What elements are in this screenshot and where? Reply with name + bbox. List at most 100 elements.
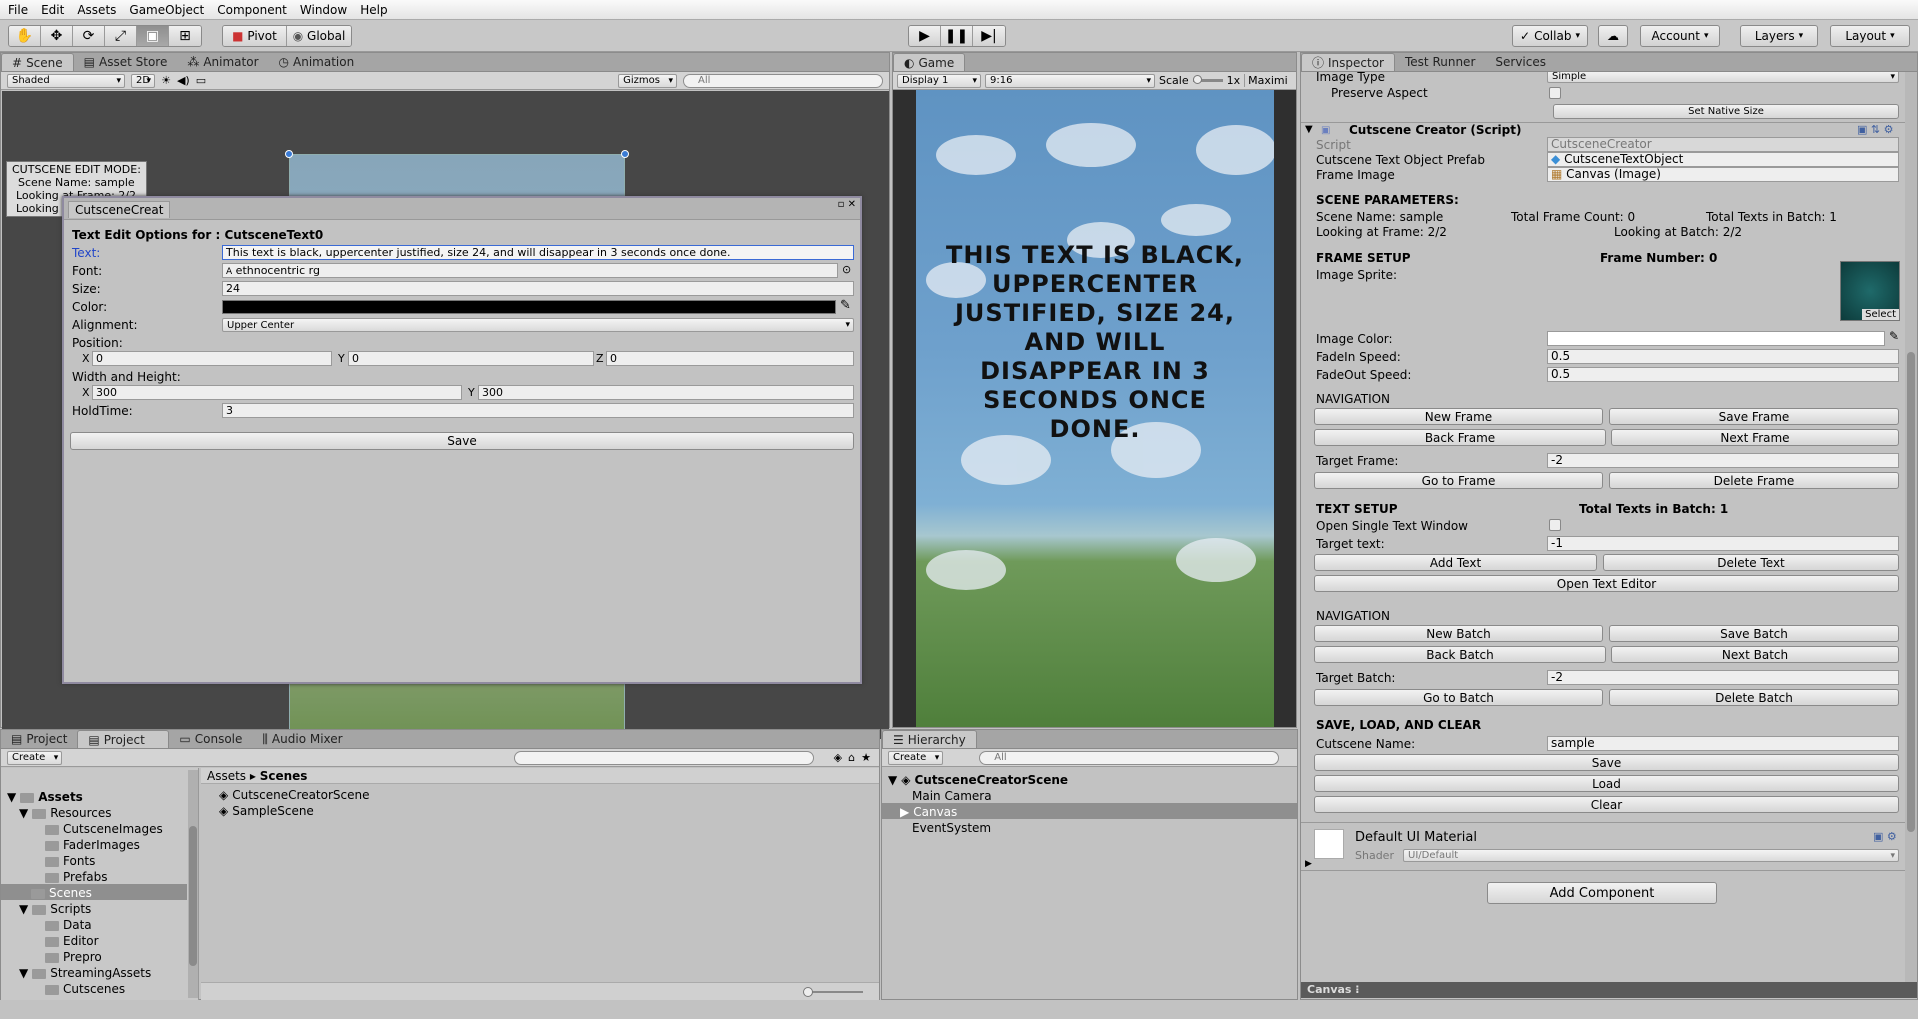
height-input[interactable]: 300 (478, 385, 854, 400)
tab-test-runner[interactable]: Test Runner (1395, 53, 1485, 71)
favorite-icon[interactable]: ★ (861, 751, 871, 764)
preserve-aspect-checkbox[interactable] (1549, 87, 1561, 99)
filter-label-icon[interactable]: ⌂ (848, 751, 855, 764)
target-batch-input[interactable]: -2 (1547, 670, 1899, 685)
tab-asset-store[interactable]: ▤ Asset Store (74, 53, 178, 71)
tree-faderimages[interactable]: FaderImages (45, 838, 140, 852)
font-field[interactable]: A ethnocentric rg (222, 263, 838, 278)
frame-image-field[interactable]: ▦ Canvas (Image) (1547, 167, 1899, 182)
cutscene-name-input[interactable]: sample (1547, 736, 1899, 751)
layers-button[interactable]: Layers ▾ (1740, 25, 1818, 47)
next-frame-button[interactable]: Next Frame (1611, 429, 1899, 446)
menu-component[interactable]: Component (217, 3, 287, 17)
new-frame-button[interactable]: New Frame (1314, 408, 1603, 425)
image-sprite-thumbnail[interactable]: Select (1840, 261, 1900, 321)
filter-type-icon[interactable]: ◈ (834, 751, 842, 764)
next-batch-button[interactable]: Next Batch (1611, 646, 1899, 663)
image-effects-icon[interactable]: ▭ (196, 74, 206, 87)
save-text-button[interactable]: Save (70, 432, 854, 450)
window-close-icon[interactable]: ▫ ✕ (838, 199, 856, 210)
game-viewport[interactable]: THIS TEXT IS BLACK, UPPERCENTER JUSTIFIE… (893, 90, 1296, 727)
hierarchy-item-canvas[interactable]: ▶ Canvas (900, 805, 957, 819)
holdtime-input[interactable]: 3 (222, 403, 854, 418)
hierarchy-item-main-camera[interactable]: Main Camera (912, 789, 992, 803)
alignment-dropdown[interactable]: Upper Center (222, 318, 854, 332)
tab-scene[interactable]: # Scene (1, 53, 74, 71)
save-cutscene-button[interactable]: Save (1314, 754, 1899, 771)
icon-size-slider-thumb[interactable] (803, 987, 813, 997)
shader-dropdown[interactable]: UI/Default (1403, 849, 1899, 862)
play-button-icon[interactable]: ▶ (909, 26, 941, 46)
pos-z-input[interactable]: 0 (606, 351, 854, 366)
menu-help[interactable]: Help (360, 3, 387, 17)
global-button[interactable]: ◉ Global (287, 26, 351, 46)
target-frame-input[interactable]: -2 (1547, 453, 1899, 468)
hierarchy-scene-root[interactable]: ▼ ◈ CutsceneCreatorScene (888, 773, 1068, 787)
fadein-input[interactable]: 0.5 (1547, 349, 1899, 364)
window-tab[interactable]: CutsceneCreat (68, 201, 171, 218)
foldout-arrow-icon[interactable]: ▼ (1305, 124, 1313, 135)
tree-cutscenes[interactable]: Cutscenes (45, 982, 125, 996)
tree-resources[interactable]: ▼ Resources (19, 806, 112, 820)
pos-x-input[interactable]: 0 (92, 351, 332, 366)
delete-batch-button[interactable]: Delete Batch (1609, 689, 1899, 706)
transform-tool-icon[interactable]: ⊞ (169, 26, 201, 46)
icon-size-slider[interactable] (803, 987, 863, 997)
rect-tool-icon[interactable]: ▣ (137, 26, 169, 46)
eyedropper-icon[interactable]: ✎ (840, 298, 851, 313)
tree-scripts[interactable]: ▼ Scripts (19, 902, 91, 916)
scale-slider[interactable] (1192, 75, 1223, 84)
tab-inspector[interactable]: ⓘ Inspector (1301, 53, 1395, 71)
pause-button-icon[interactable]: ❚❚ (941, 26, 973, 46)
tree-scrollbar[interactable] (188, 770, 198, 998)
tab-animation[interactable]: ◷ Animation (269, 53, 365, 71)
material-settings-icon[interactable]: ▣ ⚙ (1873, 830, 1897, 843)
save-batch-button[interactable]: Save Batch (1609, 625, 1899, 642)
tree-streamingassets[interactable]: ▼ StreamingAssets (19, 966, 151, 980)
color-swatch[interactable] (222, 300, 836, 314)
file-cutscenecreatorscene[interactable]: ◈ CutsceneCreatorScene (219, 788, 370, 802)
window-titlebar[interactable]: CutsceneCreat ▫ ✕ (64, 198, 860, 220)
account-button[interactable]: Account ▾ (1640, 25, 1720, 47)
file-samplescene[interactable]: ◈ SampleScene (219, 804, 314, 818)
sprite-select-button[interactable]: Select (1862, 309, 1899, 320)
tree-assets[interactable]: ▼ Assets (7, 790, 83, 804)
rect-handle-top-left[interactable] (285, 150, 293, 158)
tree-cutsceneimages[interactable]: CutsceneImages (45, 822, 163, 836)
tree-data[interactable]: Data (45, 918, 92, 932)
prefab-field[interactable]: ◆ CutsceneTextObject (1547, 152, 1899, 167)
menu-window[interactable]: Window (300, 3, 347, 17)
tab-game[interactable]: ◐ Game (893, 53, 966, 71)
tab-project-1[interactable]: ▤ Project (1, 730, 77, 748)
menu-gameobject[interactable]: GameObject (129, 3, 204, 17)
tree-scrollbar-thumb[interactable] (189, 826, 197, 966)
back-batch-button[interactable]: Back Batch (1314, 646, 1606, 663)
fadeout-input[interactable]: 0.5 (1547, 367, 1899, 382)
shading-dropdown[interactable]: Shaded (7, 73, 125, 88)
width-input[interactable]: 300 (92, 385, 462, 400)
scene-search-input[interactable]: All (683, 73, 883, 88)
rect-handle-top-right[interactable] (621, 150, 629, 158)
scale-tool-icon[interactable]: ⤢ (105, 26, 137, 46)
foldout-arrow-icon[interactable]: ▶ (1305, 859, 1312, 869)
go-to-frame-button[interactable]: Go to Frame (1314, 472, 1603, 489)
tree-prefabs[interactable]: Prefabs (45, 870, 108, 884)
add-text-button[interactable]: Add Text (1314, 554, 1597, 571)
tree-editor[interactable]: Editor (45, 934, 99, 948)
load-cutscene-button[interactable]: Load (1314, 775, 1899, 792)
maximize-on-play-toggle[interactable]: Maximi (1244, 74, 1288, 87)
help-icon[interactable]: ▣ ⇅ ⚙ (1857, 123, 1893, 136)
open-single-window-checkbox[interactable] (1549, 519, 1561, 531)
pos-y-input[interactable]: 0 (348, 351, 594, 366)
menu-file[interactable]: File (8, 3, 28, 17)
tree-prepro[interactable]: Prepro (45, 950, 102, 964)
tab-services[interactable]: Services (1485, 53, 1556, 71)
hierarchy-search-input[interactable]: All (979, 750, 1280, 765)
delete-frame-button[interactable]: Delete Frame (1609, 472, 1899, 489)
audio-icon[interactable]: ◀) (177, 74, 190, 87)
target-text-input[interactable]: -1 (1547, 536, 1899, 551)
display-dropdown[interactable]: Display 1 (897, 73, 981, 88)
cloud-button[interactable]: ☁ (1598, 25, 1628, 47)
tab-project-2[interactable]: ▤ Project (77, 730, 170, 748)
tree-scenes[interactable]: Scenes (31, 886, 92, 900)
